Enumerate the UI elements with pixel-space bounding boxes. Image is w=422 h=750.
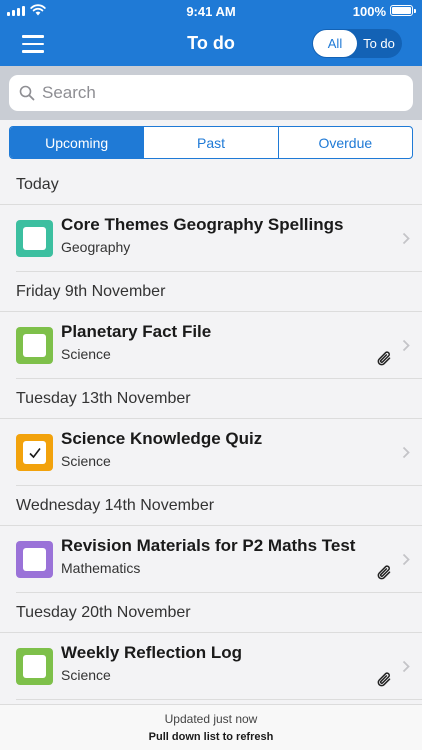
filter-toggle: All To do	[312, 29, 402, 58]
checkbox-inner	[23, 548, 46, 571]
refresh-footer: Updated just now Pull down list to refre…	[0, 704, 422, 750]
chevron-right-icon	[402, 660, 410, 673]
item-title: Weekly Reflection Log	[61, 643, 243, 662]
section-date: Friday 9th November	[16, 282, 166, 300]
subject-color-checkbox[interactable]	[16, 434, 53, 471]
battery-percentage: 100%	[352, 4, 386, 19]
battery-icon	[390, 5, 416, 16]
search-input[interactable]	[42, 83, 382, 103]
tab-overdue[interactable]: Overdue	[279, 127, 412, 158]
search-field[interactable]	[9, 75, 413, 111]
section-header: Wednesday 14th November	[0, 486, 422, 526]
paperclip-icon	[377, 672, 391, 687]
navigation-bar: To do All To do	[0, 22, 422, 66]
todo-item[interactable]: Core Themes Geography Spellings Geography	[16, 205, 422, 272]
item-title: Revision Materials for P2 Maths Test	[61, 536, 356, 555]
chevron-right-icon	[402, 339, 410, 352]
checkbox-inner	[23, 441, 46, 464]
chevron-right-icon	[402, 553, 410, 566]
section-date: Tuesday 13th November	[16, 389, 191, 407]
filter-option-to-do[interactable]: To do	[357, 30, 401, 57]
item-subject: Science	[61, 453, 111, 469]
checkbox-inner	[23, 655, 46, 678]
checkmark-icon	[28, 447, 41, 458]
section-date: Wednesday 14th November	[16, 496, 215, 514]
todo-list: Today Core Themes Geography Spellings Geog…	[0, 165, 422, 700]
item-title: Core Themes Geography Spellings	[61, 215, 344, 234]
date-filter-tabs: Upcoming Past Overdue	[9, 126, 413, 159]
section-date: Tuesday 20th November	[16, 603, 191, 621]
tab-upcoming[interactable]: Upcoming	[10, 127, 145, 158]
checkbox-inner	[23, 227, 46, 250]
todo-item[interactable]: Revision Materials for P2 Maths Test Math…	[16, 526, 422, 593]
section-header: Friday 9th November	[0, 272, 422, 312]
section-header: Today	[0, 165, 422, 205]
updated-status: Updated just now	[164, 712, 258, 726]
subject-color-checkbox[interactable]	[16, 541, 53, 578]
subject-color-checkbox[interactable]	[16, 220, 53, 257]
search-bar	[0, 66, 422, 120]
chevron-right-icon	[402, 232, 410, 245]
section-header: Tuesday 20th November	[0, 593, 422, 633]
section-date: Today	[16, 175, 59, 193]
tab-past[interactable]: Past	[144, 127, 279, 158]
section-header: Tuesday 13th November	[0, 379, 422, 419]
status-bar: 9:41 AM 100%	[0, 0, 422, 22]
chevron-right-icon	[402, 446, 410, 459]
item-subject: Mathematics	[61, 560, 141, 576]
todo-item[interactable]: Weekly Reflection Log Science	[16, 633, 422, 700]
subject-color-checkbox[interactable]	[16, 327, 53, 364]
todo-item[interactable]: Planetary Fact File Science	[16, 312, 422, 379]
subject-color-checkbox[interactable]	[16, 648, 53, 685]
filter-option-all[interactable]: All	[313, 30, 357, 57]
search-icon	[19, 85, 35, 101]
paperclip-icon	[377, 351, 391, 366]
checkbox-inner	[23, 334, 46, 357]
paperclip-icon	[377, 565, 391, 580]
item-subject: Science	[61, 346, 111, 362]
item-title: Science Knowledge Quiz	[61, 429, 263, 448]
item-subject: Geography	[61, 239, 131, 255]
item-subject: Science	[61, 667, 111, 683]
item-title: Planetary Fact File	[61, 322, 212, 341]
pull-to-refresh-hint: Pull down list to refresh	[148, 731, 274, 743]
hamburger-menu-icon[interactable]	[22, 35, 44, 53]
todo-item[interactable]: Science Knowledge Quiz Science	[16, 419, 422, 486]
